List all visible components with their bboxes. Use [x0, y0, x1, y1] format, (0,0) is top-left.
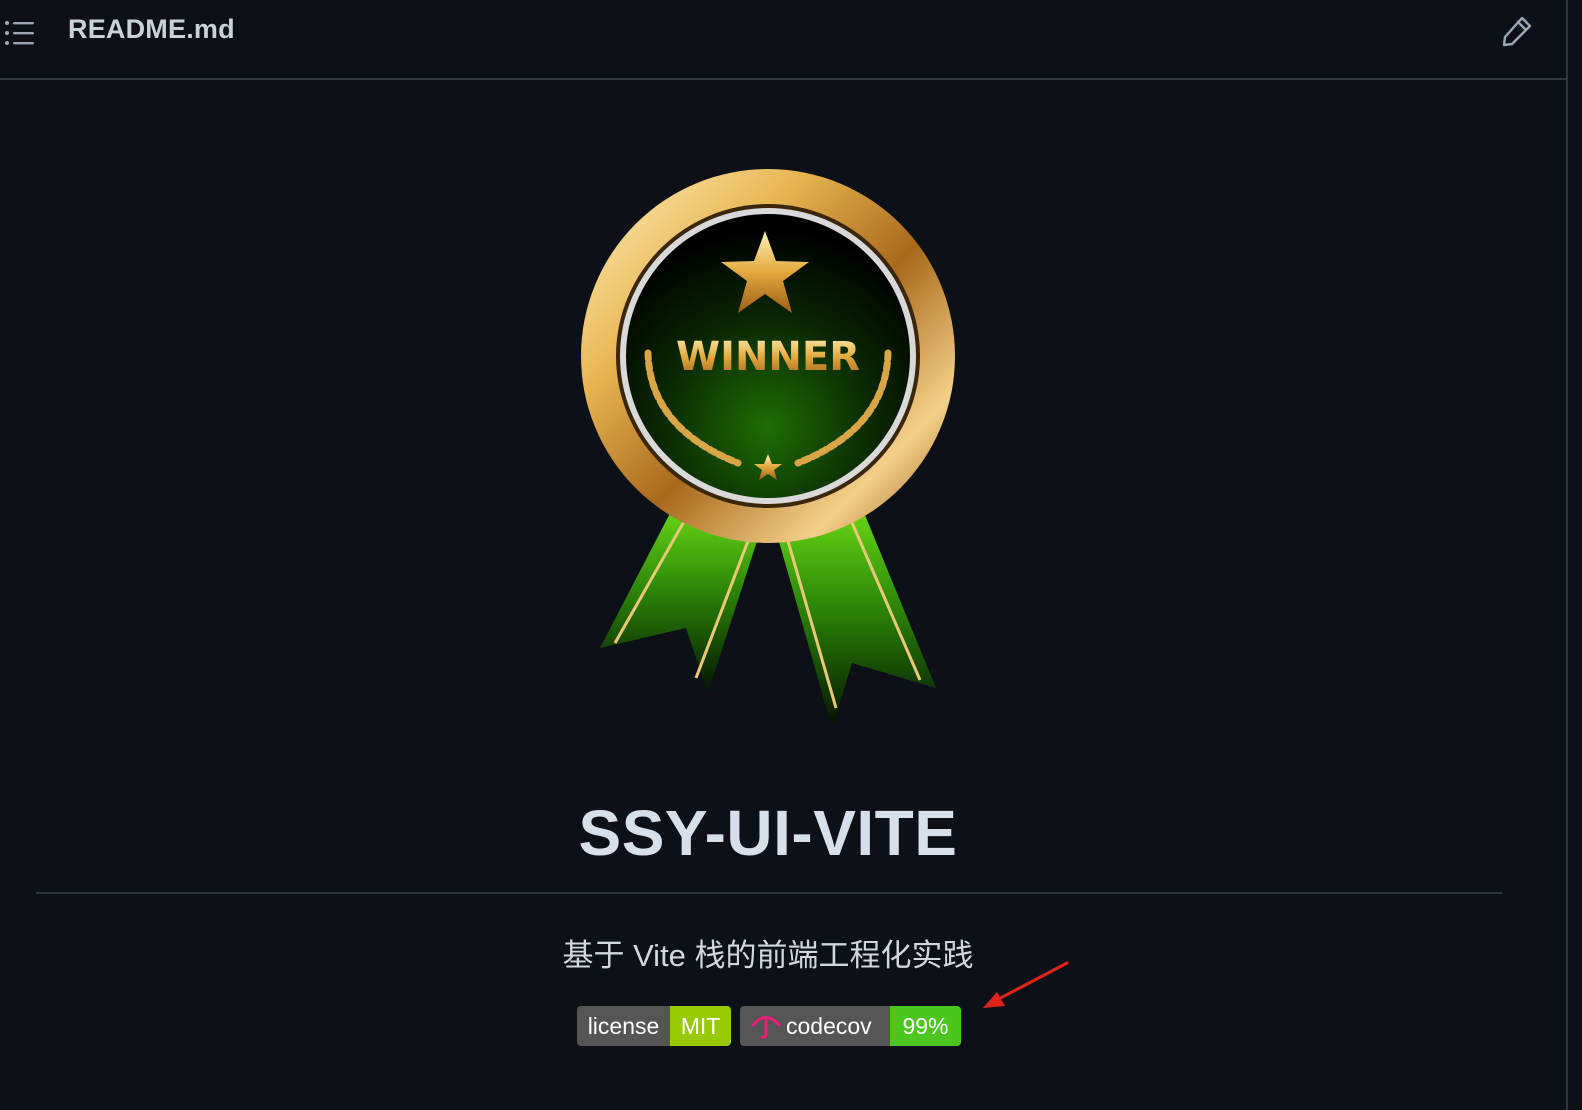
red-arrow-icon — [983, 961, 1069, 1008]
readme-logo: WINNER — [568, 158, 968, 738]
edit-file-button[interactable] — [1500, 14, 1534, 48]
pencil-icon — [1502, 16, 1532, 47]
license-badge-value: MIT — [670, 1006, 731, 1046]
file-header: README.md — [0, 0, 1568, 80]
readme-tagline: 基于 Vite 栈的前端工程化实践 — [562, 938, 974, 973]
winner-medal-icon: WINNER — [581, 169, 955, 728]
title-divider — [36, 892, 1502, 894]
codecov-badge-label-group: codecov — [740, 1006, 890, 1046]
readme-title: SSY-UI-VITE — [578, 797, 958, 869]
license-badge-label: license — [577, 1006, 670, 1046]
codecov-badge-value: 99% — [890, 1006, 961, 1046]
panel-border — [1566, 0, 1568, 1110]
svg-text:WINNER: WINNER — [676, 334, 860, 380]
codecov-badge-label: codecov — [786, 1012, 872, 1039]
toc-button[interactable] — [4, 18, 36, 48]
file-name: README.md — [68, 14, 235, 44]
list-icon — [5, 21, 34, 45]
license-badge[interactable]: license MIT — [577, 1006, 731, 1046]
codecov-umbrella-icon — [751, 1016, 781, 1039]
codecov-badge[interactable]: codecov 99% — [740, 1006, 961, 1046]
